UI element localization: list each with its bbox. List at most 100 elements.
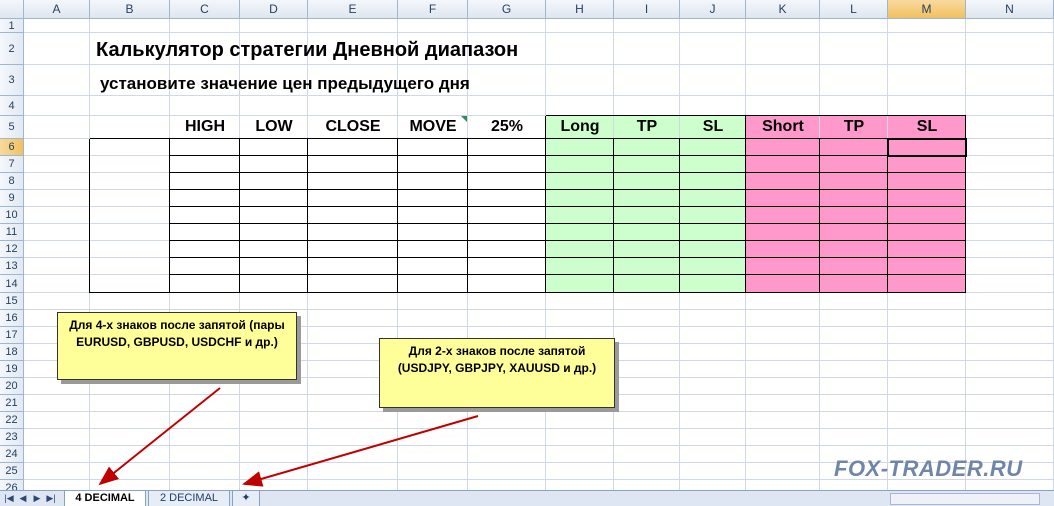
border-v: [397, 139, 398, 293]
insert-sheet-icon[interactable]: ✦: [232, 491, 260, 506]
border-h: [170, 189, 966, 190]
column-header-a[interactable]: A: [24, 0, 90, 19]
last-sheet-icon[interactable]: ▶|: [45, 492, 57, 505]
header-low[interactable]: LOW: [240, 116, 308, 138]
row-header-10[interactable]: 10: [0, 207, 24, 224]
sheet-title: Калькулятор стратегии Дневной диапазон: [96, 39, 519, 61]
gridline-h: [24, 411, 1054, 412]
gridline-h: [24, 95, 1054, 96]
comment-indicator-icon: [461, 116, 467, 122]
header-sl-short[interactable]: SL: [888, 116, 966, 138]
row-header-25[interactable]: 25: [0, 463, 24, 480]
border-v: [819, 139, 820, 293]
header-high[interactable]: HIGH: [170, 116, 240, 138]
column-header-h[interactable]: H: [546, 0, 614, 19]
note-two-digit[interactable]: Для 2-х знаков после запятой (USDJPY, GB…: [379, 338, 615, 408]
border-h: [90, 138, 170, 139]
column-header-c[interactable]: C: [170, 0, 240, 19]
row-header-11[interactable]: 11: [0, 224, 24, 241]
border-v: [169, 139, 170, 293]
tab-2-decimal[interactable]: 2 DECIMAL: [148, 491, 230, 506]
row-header-1[interactable]: 1: [0, 19, 24, 33]
column-header-k[interactable]: K: [746, 0, 820, 19]
long-block-fill: [546, 116, 746, 293]
watermark: FOX-TRADER.RU: [834, 456, 1023, 481]
border-v: [545, 139, 546, 293]
arrow-to-2-decimal: [242, 415, 479, 487]
border-h: [170, 155, 966, 156]
row-header-8[interactable]: 8: [0, 173, 24, 190]
row-header-16[interactable]: 16: [0, 310, 24, 327]
active-cell-cursor[interactable]: [887, 138, 967, 157]
row-header-24[interactable]: 24: [0, 446, 24, 463]
border-v: [679, 139, 680, 293]
border-h: [170, 240, 966, 241]
gridline-h: [24, 32, 1054, 33]
border-h: [170, 223, 966, 224]
row-header-2[interactable]: 2: [0, 33, 24, 65]
header-long[interactable]: Long: [546, 116, 614, 138]
gridline-h: [24, 309, 1054, 310]
border-v: [613, 139, 614, 293]
horizontal-scrollbar[interactable]: [890, 493, 1040, 505]
row-header-18[interactable]: 18: [0, 344, 24, 361]
gridline-h: [24, 428, 1054, 429]
column-header-m[interactable]: M: [888, 0, 966, 19]
row-header-3[interactable]: 3: [0, 65, 24, 96]
border-v: [239, 139, 240, 293]
row-header-23[interactable]: 23: [0, 429, 24, 446]
row-header-12[interactable]: 12: [0, 241, 24, 258]
border-v: [467, 139, 468, 293]
border-h: [170, 172, 966, 173]
border-v: [887, 139, 888, 293]
row-header-20[interactable]: 20: [0, 378, 24, 395]
prev-sheet-icon[interactable]: ◀: [17, 492, 29, 505]
column-header-i[interactable]: I: [614, 0, 680, 19]
row-header-14[interactable]: 14: [0, 275, 24, 293]
row-header-6[interactable]: 6: [0, 139, 24, 156]
column-header-f[interactable]: F: [398, 0, 468, 19]
border-h: [170, 138, 966, 139]
spreadsheet[interactable]: A B C D E F G H I J K L M N 1 2 3 4 5 6 7 8 9 10 11 12 13 14 15 16 17 1…: [0, 0, 1054, 490]
border-v: [307, 139, 308, 293]
header-short[interactable]: Short: [746, 116, 820, 138]
column-header-j[interactable]: J: [680, 0, 746, 19]
row-header-4[interactable]: 4: [0, 96, 24, 116]
border-h: [170, 257, 966, 258]
row-header-19[interactable]: 19: [0, 361, 24, 378]
gridline-h: [24, 64, 1054, 65]
border-h: [170, 206, 966, 207]
row-header-9[interactable]: 9: [0, 190, 24, 207]
column-header-n[interactable]: N: [966, 0, 1054, 19]
note-four-digit[interactable]: Для 4-х знаков после запятой (пары EURUS…: [57, 312, 297, 380]
border-v: [89, 139, 90, 293]
row-header-7[interactable]: 7: [0, 156, 24, 173]
select-all-corner[interactable]: [0, 0, 24, 19]
header-pct[interactable]: 25%: [468, 116, 546, 138]
arrow-to-4-decimal: [98, 387, 221, 486]
row-header-17[interactable]: 17: [0, 327, 24, 344]
header-sl-long[interactable]: SL: [680, 116, 746, 138]
border-v: [745, 139, 746, 293]
row-header-21[interactable]: 21: [0, 395, 24, 412]
row-header-13[interactable]: 13: [0, 258, 24, 275]
header-move[interactable]: MOVE: [398, 116, 468, 138]
column-header-l[interactable]: L: [820, 0, 888, 19]
header-close[interactable]: CLOSE: [308, 116, 398, 138]
header-tp-long[interactable]: TP: [614, 116, 680, 138]
column-header-b[interactable]: B: [90, 0, 170, 19]
next-sheet-icon[interactable]: ▶: [31, 492, 43, 505]
column-header-d[interactable]: D: [240, 0, 308, 19]
column-header-g[interactable]: G: [468, 0, 546, 19]
border-v: [965, 139, 966, 293]
border-h: [170, 292, 966, 293]
row-header-22[interactable]: 22: [0, 412, 24, 429]
tab-4-decimal[interactable]: 4 DECIMAL: [64, 491, 146, 506]
row-header-26[interactable]: 26: [0, 480, 24, 490]
column-header-e[interactable]: E: [308, 0, 398, 19]
first-sheet-icon[interactable]: |◀: [3, 492, 15, 505]
row-header-15[interactable]: 15: [0, 293, 24, 310]
header-tp-short[interactable]: TP: [820, 116, 888, 138]
border-h: [90, 292, 170, 293]
row-header-5[interactable]: 5: [0, 116, 24, 139]
